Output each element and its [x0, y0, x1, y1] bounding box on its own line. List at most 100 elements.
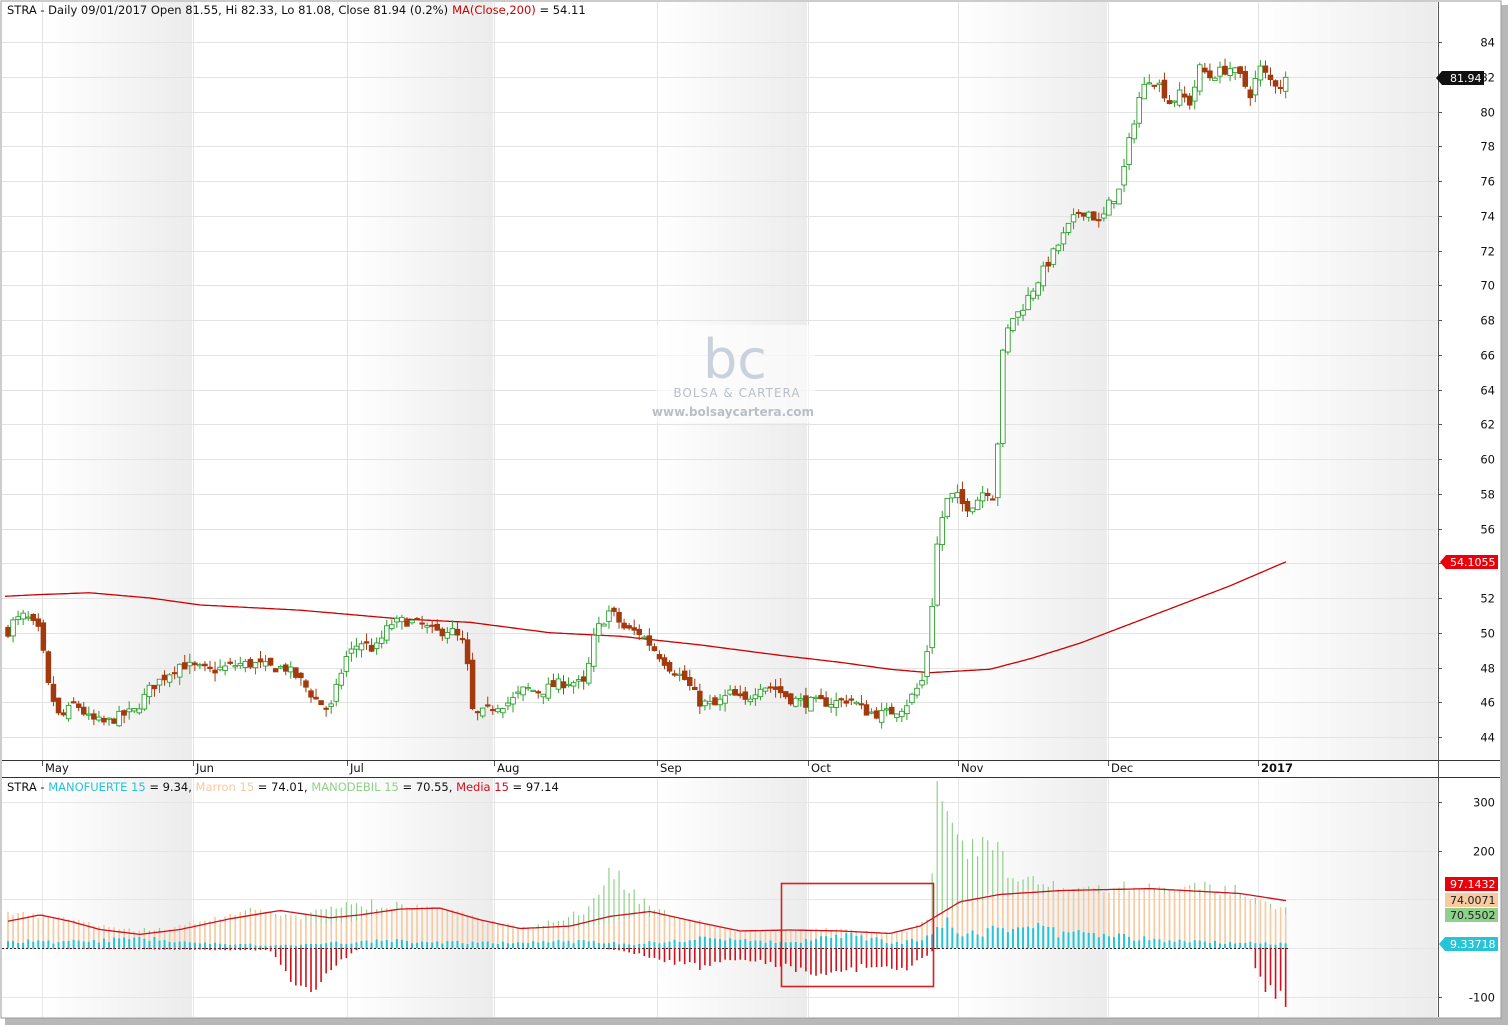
- candle-bull: [500, 708, 506, 714]
- candle-bull: [126, 708, 132, 713]
- indicator-prefix: STRA -: [7, 780, 48, 794]
- candle-bull: [96, 716, 102, 721]
- candle-bear: [75, 703, 82, 708]
- candle-bull: [288, 666, 294, 673]
- candle-bear: [1202, 67, 1208, 73]
- manodebil-value: = 70.55,: [399, 780, 456, 794]
- candle-bull: [586, 662, 592, 684]
- manodebil-label: MANODEBIL 15: [311, 780, 399, 794]
- candle-bear: [192, 662, 198, 666]
- price-tick-label: 58: [1480, 488, 1495, 502]
- candle-bull: [389, 624, 395, 629]
- candle-bear: [30, 613, 37, 621]
- candle-bull: [813, 696, 819, 699]
- month-band-lower: [42, 778, 192, 1017]
- candle-bear: [50, 683, 57, 702]
- candle-bull: [1146, 82, 1153, 85]
- candle-bear: [580, 676, 587, 682]
- candle-bear: [1242, 70, 1248, 87]
- media-value: = 97.14: [509, 780, 559, 794]
- indicator-tick-label: -100: [1469, 991, 1495, 1005]
- candle-bull: [995, 443, 1001, 499]
- candle-bull: [1252, 78, 1259, 96]
- candle-bear: [323, 707, 329, 710]
- candle-bear: [434, 623, 441, 631]
- candle-bear: [161, 674, 168, 681]
- candle-bear: [212, 669, 218, 674]
- candle-bear: [207, 666, 213, 669]
- candle-bull: [762, 687, 769, 692]
- candle-bull: [883, 708, 890, 711]
- candle-bull: [520, 686, 526, 696]
- price-tick-label: 66: [1480, 349, 1495, 363]
- date-tick-label: Jun: [195, 761, 214, 775]
- candle-bull: [333, 683, 340, 702]
- indicator-tick-label: 300: [1473, 796, 1495, 810]
- candle-bear: [181, 662, 188, 670]
- candle-bull: [449, 628, 456, 636]
- candle-bull: [399, 616, 405, 623]
- last-price-badge: 81.94: [1436, 71, 1484, 85]
- candle-bull: [969, 507, 976, 513]
- candle-bear: [1222, 65, 1228, 75]
- candle-bull: [1085, 211, 1092, 218]
- candle-bear: [889, 706, 895, 715]
- price-tick-label: 48: [1480, 662, 1495, 676]
- marron-badge: 74.0071: [1445, 893, 1498, 907]
- candle-bear: [1096, 219, 1102, 222]
- month-band-upper: [958, 2, 1107, 760]
- price-tick-label: 56: [1480, 523, 1495, 537]
- marron-badge-text: 74.0071: [1450, 894, 1496, 907]
- candle-bull: [1121, 166, 1127, 186]
- candle-bull: [606, 610, 612, 622]
- candle-bear: [485, 704, 491, 707]
- candle-bear: [151, 684, 158, 690]
- candle-bull: [1015, 311, 1021, 318]
- candle-bull: [1126, 137, 1132, 165]
- candle-bull: [1191, 86, 1198, 102]
- candle-bull: [934, 543, 940, 606]
- candle-bear: [1247, 89, 1254, 99]
- ma-label: MA(Close,200): [452, 3, 536, 17]
- candle-bear: [55, 697, 62, 714]
- candle-bear: [202, 663, 208, 667]
- candle-bear: [803, 695, 809, 708]
- candle-bear: [646, 635, 653, 646]
- candle-bear: [308, 690, 314, 698]
- manofuerte-badge-text: 9.33718: [1450, 938, 1496, 951]
- candle-bull: [146, 684, 153, 698]
- candle-bull: [262, 661, 269, 667]
- candle-bull: [1282, 76, 1289, 92]
- candle-bear: [247, 659, 254, 668]
- price-tick-label: 84: [1480, 36, 1495, 50]
- candle-bear: [45, 651, 52, 683]
- candle-bear: [35, 618, 42, 627]
- candle-bull: [525, 687, 531, 690]
- candle-bull: [384, 625, 390, 641]
- candle-bear: [318, 700, 324, 706]
- candle-bull: [10, 619, 16, 637]
- candle-bear: [454, 628, 461, 636]
- candle-bull: [752, 694, 759, 700]
- candle-bull: [358, 643, 365, 651]
- candle-bull: [924, 651, 930, 677]
- candle-bear: [257, 658, 264, 663]
- media-label: Media 15: [456, 780, 509, 794]
- candle-bull: [242, 660, 249, 668]
- candle-bear: [611, 607, 617, 612]
- candle-bear: [1237, 66, 1243, 74]
- candle-bull: [727, 689, 733, 695]
- watermark-url: www.bolsaycartera.com: [652, 405, 814, 419]
- candle-bear: [959, 489, 966, 505]
- month-band-lower: [657, 778, 807, 1017]
- candle-bull: [939, 517, 946, 546]
- candle-bull: [338, 672, 345, 686]
- candle-bear: [121, 710, 127, 716]
- candle-bear: [1277, 86, 1284, 90]
- candle-bear: [1186, 95, 1193, 106]
- candle-bull: [1065, 222, 1072, 233]
- candle-bear: [1151, 84, 1158, 87]
- candle-bull: [1111, 200, 1117, 205]
- candle-bull: [808, 697, 814, 712]
- candle-bear: [818, 694, 824, 700]
